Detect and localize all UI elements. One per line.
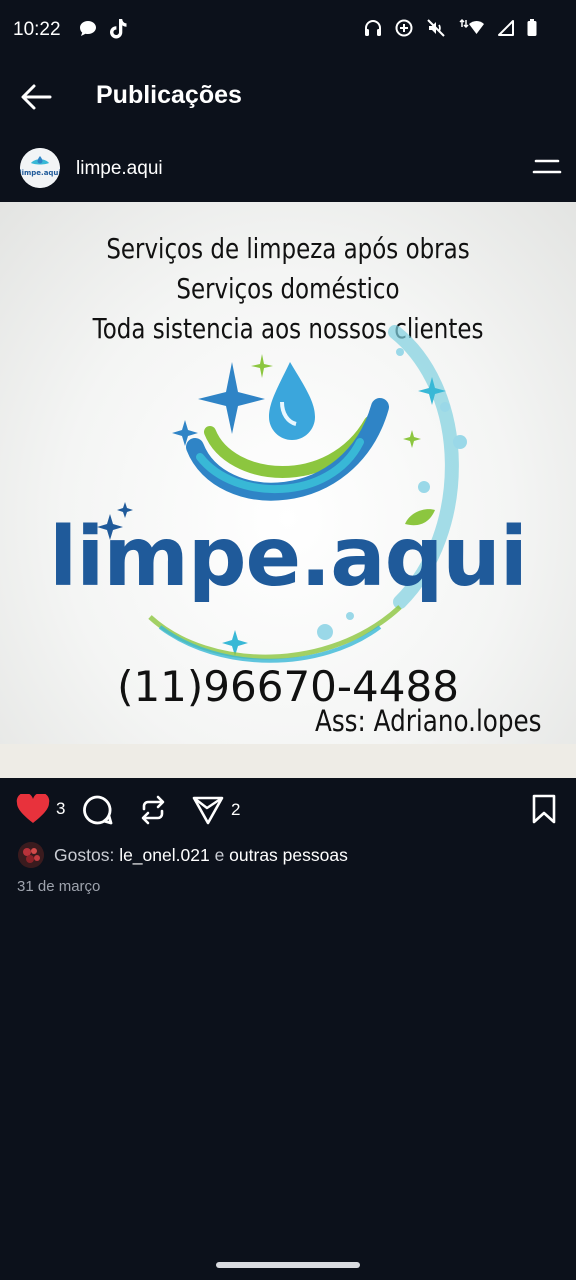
likes-connector: e — [214, 844, 225, 865]
home-indicator[interactable] — [216, 1262, 360, 1268]
signature: Ass: Adriano.lopes — [315, 704, 542, 738]
chat-bubble-icon — [80, 21, 96, 36]
avatar-logo: limpe.aqui — [20, 148, 60, 188]
heart-icon — [16, 794, 50, 823]
top-bar: Publicações — [0, 60, 576, 134]
menu-icon — [532, 159, 562, 174]
image-bottom-band — [0, 744, 576, 778]
post-image[interactable]: Serviços de limpeza após obras Serviços … — [0, 202, 576, 778]
likes-others[interactable]: outras pessoas — [229, 845, 348, 865]
tiktok-icon — [110, 19, 127, 39]
menu-button[interactable] — [532, 156, 562, 178]
liker-username[interactable]: le_onel.021 — [119, 845, 210, 865]
signal-icon — [498, 20, 514, 36]
status-time: 10:22 — [13, 19, 61, 40]
headphones-icon — [365, 20, 381, 36]
post-author[interactable]: limpe.aqui — [76, 158, 163, 180]
like-button[interactable]: 3 — [16, 794, 65, 824]
brand-logo-text: limpe.aqui — [49, 510, 528, 605]
post-actions: 3 2 — [0, 778, 576, 840]
status-bar: 10:22 — [0, 0, 576, 60]
avatar-text: limpe.aqui — [20, 169, 60, 177]
post-header: limpe.aqui limpe.aqui — [0, 134, 576, 202]
arrow-left-icon — [21, 84, 52, 110]
battery-icon — [527, 19, 537, 36]
likes-text: Gostos: le_onel.021 e outras pessoas — [54, 845, 348, 866]
avatar[interactable]: limpe.aqui — [20, 148, 60, 188]
page-title: Publicações — [96, 81, 242, 109]
comment-button[interactable] — [80, 794, 114, 826]
repost-icon — [141, 795, 165, 825]
wifi-icon — [459, 18, 484, 34]
post-date: 31 de março — [17, 878, 101, 895]
share-button[interactable]: 2 — [191, 794, 240, 826]
share-count: 2 — [231, 800, 241, 819]
bookmark-button[interactable] — [531, 794, 557, 829]
likes-summary[interactable]: Gostos: le_onel.021 e outras pessoas — [18, 842, 348, 868]
comment-icon — [83, 795, 113, 825]
repost-button[interactable] — [137, 794, 169, 826]
send-icon — [192, 796, 224, 825]
likes-label: Gostos: — [54, 844, 115, 865]
back-button[interactable] — [18, 80, 58, 114]
liker-avatar — [18, 842, 44, 868]
mute-icon — [427, 19, 445, 37]
bookmark-icon — [532, 794, 556, 824]
like-count: 3 — [56, 799, 66, 818]
data-saver-icon — [395, 19, 413, 37]
